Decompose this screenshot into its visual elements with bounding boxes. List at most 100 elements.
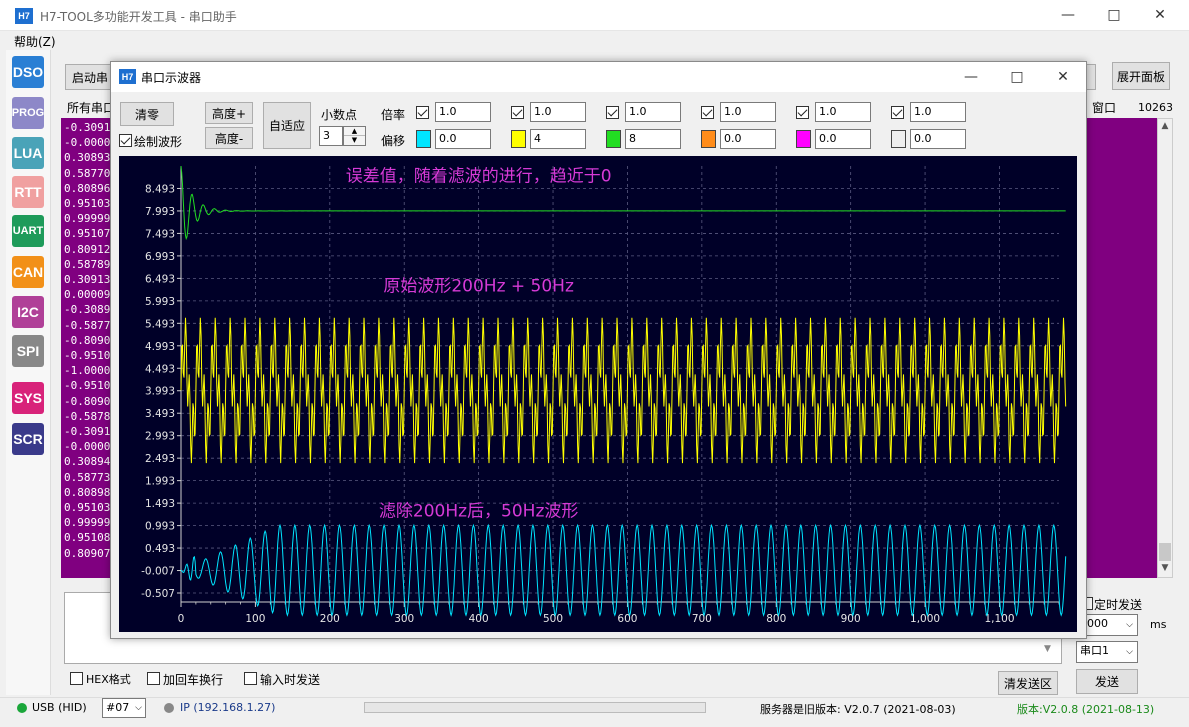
y-tick-label: 5.493 <box>145 318 175 330</box>
receive-line: 0.30893 <box>64 151 110 165</box>
spin-down-icon[interactable]: ▼ <box>344 136 365 145</box>
receive-line: -0.9510 <box>64 349 110 363</box>
channel-3-enable-checkbox[interactable] <box>606 106 619 119</box>
sidebar-item-lua[interactable]: LUA <box>12 137 44 169</box>
app-version: 版本:V2.0.8 (2021-08-13) <box>1017 703 1155 716</box>
channel-3-color-swatch[interactable] <box>606 130 621 148</box>
channel-3-offset-input[interactable]: 8 <box>625 129 681 149</box>
channel-4-enable-checkbox[interactable] <box>701 106 714 119</box>
port-number-dropdown-icon[interactable]: ⌵ <box>135 701 142 715</box>
scroll-thumb[interactable] <box>1159 543 1171 561</box>
channel-4-color-swatch[interactable] <box>701 130 716 148</box>
y-tick-label: 0.493 <box>145 543 175 555</box>
hex-format-label: HEX格式 <box>86 673 131 686</box>
scope-maximize-button[interactable]: □ <box>994 62 1040 92</box>
channel-3-scale-input[interactable]: 1.0 <box>625 102 681 122</box>
start-serial-button[interactable]: 启动串 <box>65 64 113 90</box>
channel-1-offset-input[interactable]: 0.0 <box>435 129 491 149</box>
receive-line: 0.95107 <box>64 227 110 241</box>
x-tick-label: 300 <box>394 613 414 625</box>
hex-format-checkbox[interactable] <box>70 672 83 685</box>
sidebar-item-can[interactable]: CAN <box>12 256 44 288</box>
x-tick-label: 100 <box>245 613 265 625</box>
channel-6-enable-checkbox[interactable] <box>891 106 904 119</box>
channel-6-offset-input[interactable]: 0.0 <box>910 129 966 149</box>
receive-line: -0.8090 <box>64 333 110 347</box>
expand-panel-button[interactable]: 展开面板 <box>1112 62 1170 90</box>
channel-1-enable-checkbox[interactable] <box>416 106 429 119</box>
channel-6-scale-input[interactable]: 1.0 <box>910 102 966 122</box>
receive-line: 0.00009 <box>64 288 110 302</box>
receive-line: -0.3091 <box>64 121 110 134</box>
channel-4-scale-input[interactable]: 1.0 <box>720 102 776 122</box>
channel-4-offset-input[interactable]: 0.0 <box>720 129 776 149</box>
receive-line: -0.9510 <box>64 379 110 393</box>
sidebar-item-i2c[interactable]: I2C <box>12 296 44 328</box>
sidebar-item-uart[interactable]: UART <box>12 215 44 247</box>
height-plus-button[interactable]: 高度+ <box>205 102 253 124</box>
interval-dropdown-icon[interactable]: ⌵ <box>1126 618 1133 632</box>
sidebar-item-rtt[interactable]: RTT <box>12 176 44 208</box>
port-dropdown-icon[interactable]: ⌵ <box>1126 645 1133 659</box>
scope-minimize-button[interactable]: — <box>948 62 994 92</box>
draw-wave-checkbox[interactable] <box>119 134 132 147</box>
menu-help[interactable]: 帮助(Z) <box>14 33 56 50</box>
receive-line: 0.95103 <box>64 501 110 515</box>
scope-title: 串口示波器 <box>141 71 202 85</box>
offset-label: 偏移 <box>381 134 406 148</box>
add-crlf-checkbox[interactable] <box>147 672 160 685</box>
spin-up-icon[interactable]: ▲ <box>344 127 365 136</box>
receive-line: -1.0000 <box>64 364 110 378</box>
receive-line: -0.3089 <box>64 303 110 317</box>
sidebar-item-prog[interactable]: PROG <box>12 97 44 129</box>
y-tick-label: 2.993 <box>145 431 175 443</box>
sidebar-item-spi[interactable]: SPI <box>12 335 44 367</box>
maximize-button[interactable]: □ <box>1091 0 1137 30</box>
channel-5-scale-input[interactable]: 1.0 <box>815 102 871 122</box>
x-tick-label: 1,000 <box>910 613 940 625</box>
receive-line: 0.58770 <box>64 166 110 180</box>
receive-line: 0.80907 <box>64 546 110 560</box>
port-number-value: #07 <box>106 701 130 714</box>
receive-scrollbar[interactable] <box>1157 118 1173 578</box>
channel-5-offset-input[interactable]: 0.0 <box>815 129 871 149</box>
channel-2-offset-input[interactable]: 4 <box>530 129 586 149</box>
send-area-expand-icon[interactable]: ▼ <box>1044 644 1051 654</box>
sidebar-item-scr[interactable]: SCR <box>12 423 44 455</box>
channel-6-color-swatch[interactable] <box>891 130 906 148</box>
y-tick-label: 1.993 <box>145 476 175 488</box>
minimize-button[interactable]: — <box>1045 0 1091 30</box>
window-label: 窗口 <box>1092 101 1117 115</box>
channel-2-scale-input[interactable]: 1.0 <box>530 102 586 122</box>
sidebar-item-dso[interactable]: DSO <box>12 56 44 88</box>
sidebar-item-sys[interactable]: SYS <box>12 382 44 414</box>
port-select[interactable]: 串口1 ⌵ <box>1076 641 1138 663</box>
scroll-up-icon[interactable]: ▲ <box>1158 121 1172 135</box>
scope-close-button[interactable]: ✕ <box>1040 62 1086 92</box>
send-on-input-checkbox[interactable] <box>244 672 257 685</box>
chart-annotation-2: 原始波形200Hz + 50Hz <box>383 277 574 297</box>
channel-5-color-swatch[interactable] <box>796 130 811 148</box>
clear-send-button[interactable]: 清发送区 <box>998 671 1058 695</box>
close-button[interactable]: ✕ <box>1137 0 1183 30</box>
receive-line: 0.95108 <box>64 531 110 545</box>
y-tick-label: 6.493 <box>145 273 175 285</box>
channel-5-enable-checkbox[interactable] <box>796 106 809 119</box>
auto-fit-button[interactable]: 自适应 <box>263 102 311 149</box>
app-logo: H7 <box>15 8 33 24</box>
channel-1-color-swatch[interactable] <box>416 130 431 148</box>
send-button[interactable]: 发送 <box>1076 669 1138 694</box>
height-minus-button[interactable]: 高度- <box>205 127 253 149</box>
channel-1-scale-input[interactable]: 1.0 <box>435 102 491 122</box>
receive-line: 0.95103 <box>64 197 110 211</box>
interval-unit: ms <box>1150 618 1167 631</box>
decimals-input[interactable]: 3 <box>319 126 343 146</box>
channel-2-color-swatch[interactable] <box>511 130 526 148</box>
port-number-select[interactable]: #07 ⌵ <box>102 698 146 718</box>
scope-title-bar <box>111 62 1086 92</box>
receive-line: -0.5878 <box>64 409 110 423</box>
channel-2-enable-checkbox[interactable] <box>511 106 524 119</box>
scroll-down-icon[interactable]: ▼ <box>1158 563 1172 577</box>
decimals-spinner[interactable]: ▲ ▼ <box>343 126 366 146</box>
clear-button[interactable]: 清零 <box>120 102 174 126</box>
